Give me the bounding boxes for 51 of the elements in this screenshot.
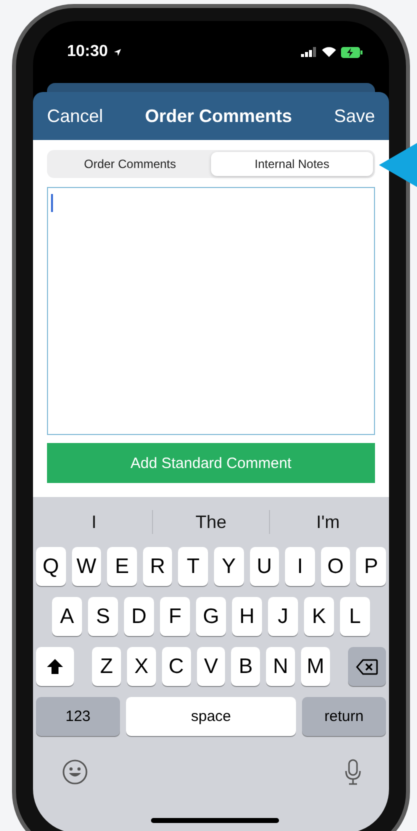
microphone-icon[interactable] bbox=[344, 759, 362, 785]
battery-charging-icon bbox=[341, 46, 363, 58]
location-arrow-icon bbox=[112, 48, 122, 56]
letter-key[interactable]: V bbox=[196, 647, 226, 686]
text-cursor bbox=[51, 194, 53, 212]
delete-key[interactable] bbox=[348, 647, 386, 686]
letter-key[interactable]: P bbox=[356, 547, 386, 586]
letter-key[interactable]: H bbox=[232, 597, 262, 636]
pointer-arrow-icon bbox=[379, 143, 417, 187]
letter-key[interactable]: N bbox=[266, 647, 296, 686]
shift-key[interactable] bbox=[36, 647, 74, 686]
letter-key[interactable]: C bbox=[162, 647, 191, 686]
letter-key[interactable]: J bbox=[268, 597, 298, 636]
status-time: 10:30 bbox=[67, 43, 108, 61]
letter-key[interactable]: F bbox=[160, 597, 190, 636]
letter-key[interactable]: O bbox=[320, 547, 350, 586]
letter-key[interactable]: Z bbox=[92, 647, 121, 686]
segment-tab[interactable]: Internal Notes bbox=[211, 152, 373, 176]
letter-key[interactable]: W bbox=[72, 547, 102, 586]
letter-key[interactable]: G bbox=[196, 597, 226, 636]
letter-key[interactable]: T bbox=[178, 547, 208, 586]
suggestion[interactable]: I'm bbox=[270, 512, 386, 532]
return-key[interactable]: return bbox=[302, 697, 386, 736]
letter-key[interactable]: S bbox=[88, 597, 118, 636]
cancel-button[interactable]: Cancel bbox=[47, 106, 104, 126]
backspace-icon bbox=[356, 658, 378, 674]
segment-tab[interactable]: Order Comments bbox=[49, 152, 211, 176]
letter-key[interactable]: X bbox=[126, 647, 156, 686]
letter-key[interactable]: Q bbox=[36, 547, 66, 586]
signal-icon bbox=[301, 47, 317, 57]
numbers-key[interactable]: 123 bbox=[36, 697, 120, 736]
letter-key[interactable]: B bbox=[231, 647, 260, 686]
letter-key[interactable]: E bbox=[107, 547, 137, 586]
space-key[interactable]: space bbox=[126, 697, 296, 736]
wifi-icon bbox=[322, 47, 336, 57]
letter-key[interactable]: U bbox=[250, 547, 280, 586]
letter-key[interactable]: K bbox=[304, 597, 334, 636]
letter-key[interactable]: M bbox=[301, 647, 330, 686]
shift-arrow-icon bbox=[46, 658, 64, 675]
letter-key[interactable]: Y bbox=[214, 547, 244, 586]
emoji-icon[interactable] bbox=[62, 759, 88, 785]
save-button[interactable]: Save bbox=[334, 106, 375, 126]
suggestion[interactable]: The bbox=[153, 512, 269, 532]
screen-title: Order Comments bbox=[144, 106, 292, 126]
letter-key[interactable]: D bbox=[124, 597, 154, 636]
suggestion[interactable]: I bbox=[36, 512, 152, 532]
letter-key[interactable]: L bbox=[340, 597, 370, 636]
letter-key[interactable]: A bbox=[52, 597, 82, 636]
letter-key[interactable]: R bbox=[142, 547, 172, 586]
letter-key[interactable]: I bbox=[285, 547, 315, 586]
comment-field[interactable] bbox=[47, 187, 375, 435]
